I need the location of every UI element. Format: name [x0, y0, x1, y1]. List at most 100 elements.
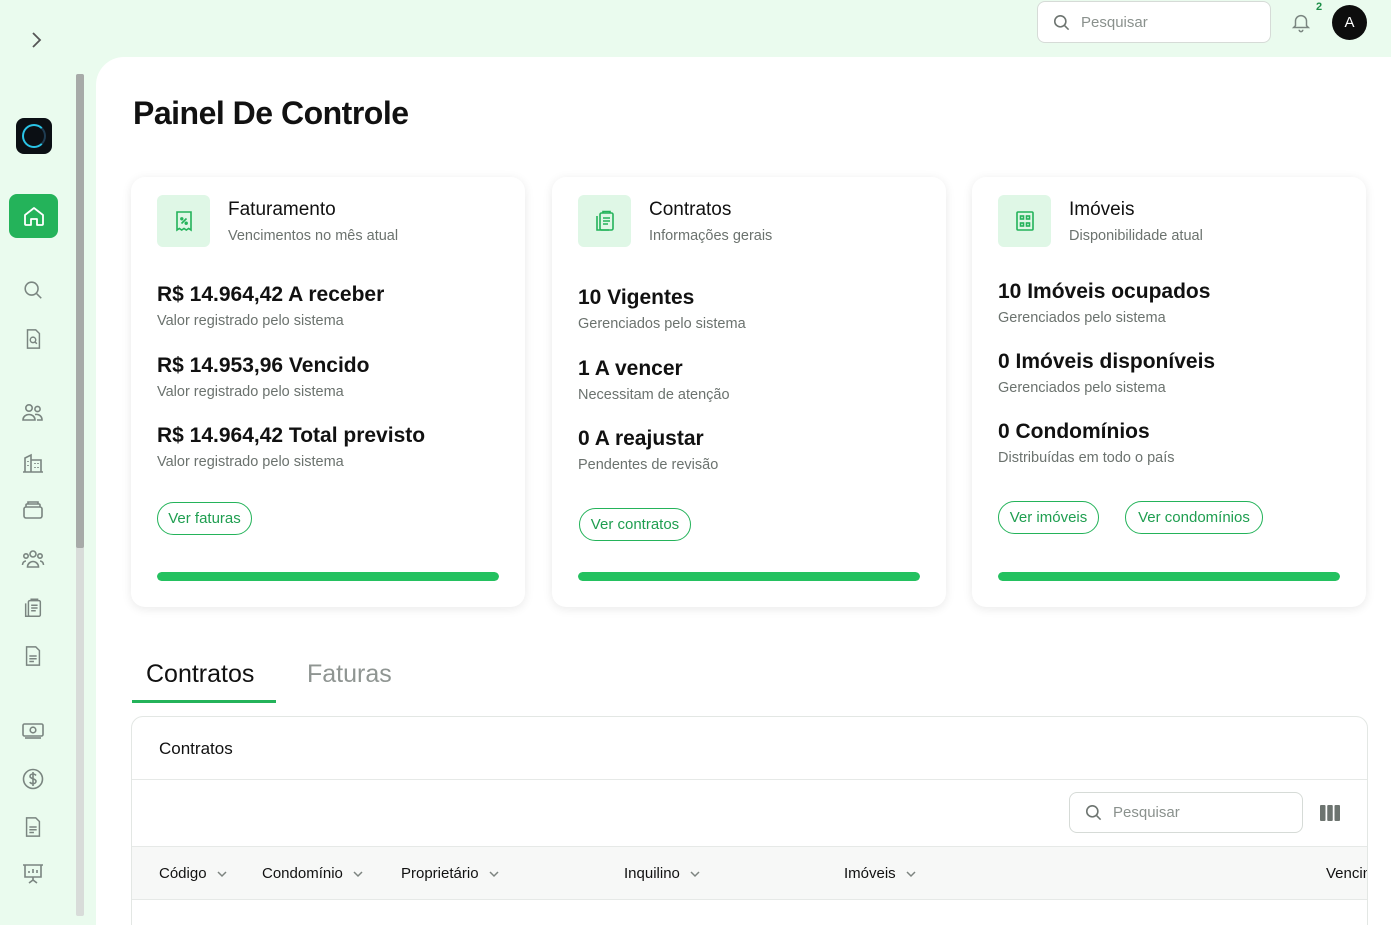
- progress-fill: [157, 572, 499, 581]
- column-header-proprietario[interactable]: Proprietário: [401, 865, 500, 882]
- ver-condominios-button[interactable]: Ver condomínios: [1125, 501, 1263, 534]
- table-header: Código Condomínio Proprietário Inquilino…: [132, 846, 1367, 900]
- ver-imoveis-button[interactable]: Ver imóveis: [998, 501, 1099, 534]
- stat-value: 1 A vencer: [578, 357, 683, 380]
- chevron-down-icon: [217, 870, 227, 877]
- stat-value: 0 Condomínios: [998, 420, 1150, 443]
- report-icon[interactable]: [21, 815, 45, 839]
- column-header-label: Proprietário: [401, 865, 479, 882]
- stat-description: Valor registrado pelo sistema: [157, 384, 344, 400]
- card-contratos: Contratos Informações gerais 10 Vigentes…: [552, 177, 946, 607]
- tab-contratos[interactable]: Contratos: [146, 660, 254, 689]
- stat-description: Valor registrado pelo sistema: [157, 454, 344, 470]
- active-tab-indicator: [132, 700, 276, 703]
- progress-bar: [578, 572, 920, 581]
- stat-imoveis-ocupados: 10 Imóveis ocupados Gerenciados pelo sis…: [998, 280, 1210, 326]
- column-header-vencimento[interactable]: Vencimento: [1326, 865, 1367, 882]
- chevron-down-icon: [353, 870, 363, 877]
- stat-vencido: R$ 14.953,96 Vencido Valor registrado pe…: [157, 354, 369, 400]
- card-subtitle: Vencimentos no mês atual: [228, 228, 399, 244]
- group-icon[interactable]: [21, 547, 45, 571]
- chevron-down-icon: [690, 870, 700, 877]
- home-icon[interactable]: [9, 194, 58, 238]
- stat-a-reajustar: 0 A reajustar Pendentes de revisão: [578, 427, 718, 473]
- bell-icon[interactable]: [1290, 11, 1312, 33]
- stat-vigentes: 10 Vigentes Gerenciados pelo sistema: [578, 286, 746, 332]
- card-title: Imóveis: [1069, 199, 1135, 220]
- stat-description: Gerenciados pelo sistema: [578, 316, 746, 332]
- table-search-input[interactable]: [1113, 804, 1283, 821]
- app-logo: [16, 118, 52, 154]
- column-header-condominio[interactable]: Condomínio: [262, 865, 364, 882]
- stat-description: Distribuídas em todo o país: [998, 450, 1175, 466]
- users-icon[interactable]: [21, 400, 45, 424]
- stat-value: R$ 14.964,42 Total previsto: [157, 424, 426, 447]
- search-icon: [1053, 14, 1070, 30]
- progress-bar: [157, 572, 499, 581]
- progress-bar: [998, 572, 1340, 581]
- stat-imoveis-disponiveis: 0 Imóveis disponíveis Gerenciados pelo s…: [998, 350, 1215, 396]
- progress-fill: [578, 572, 920, 581]
- stat-a-vencer: 1 A vencer Necessitam de atenção: [578, 357, 730, 403]
- stat-value: R$ 14.953,96 Vencido: [157, 354, 370, 377]
- card-title: Faturamento: [228, 199, 336, 220]
- global-search-input[interactable]: [1081, 13, 1251, 31]
- stat-value: 10 Imóveis ocupados: [998, 280, 1211, 303]
- card-imoveis: Imóveis Disponibilidade atual 10 Imóveis…: [972, 177, 1366, 607]
- stat-description: Valor registrado pelo sistema: [157, 313, 344, 329]
- card-subtitle: Disponibilidade atual: [1069, 228, 1203, 244]
- stat-value: 10 Vigentes: [578, 286, 695, 309]
- card-title: Contratos: [649, 199, 732, 220]
- document-search-icon[interactable]: [21, 327, 45, 351]
- buildings-icon[interactable]: [21, 450, 45, 474]
- stat-value: 0 Imóveis disponíveis: [998, 350, 1216, 373]
- column-header-imoveis[interactable]: Imóveis: [844, 865, 917, 882]
- column-header-label: Inquilino: [624, 865, 680, 882]
- layers-icon[interactable]: [21, 498, 45, 522]
- tab-faturas[interactable]: Faturas: [307, 660, 392, 689]
- divider: [132, 779, 1367, 780]
- search-icon[interactable]: [21, 278, 45, 302]
- building-icon: [998, 195, 1051, 247]
- contratos-table-card: Contratos Código Condomínio Proprietário: [131, 716, 1368, 925]
- clipboard-list-icon: [578, 195, 631, 247]
- clipboard-icon[interactable]: [21, 596, 45, 620]
- column-header-label: Vencimento: [1326, 865, 1367, 882]
- columns-icon[interactable]: [1320, 804, 1340, 822]
- progress-fill: [998, 572, 1340, 581]
- column-header-label: Imóveis: [844, 865, 896, 882]
- chevron-down-icon: [906, 870, 916, 877]
- stat-description: Necessitam de atenção: [578, 387, 730, 403]
- expand-sidebar-icon[interactable]: [24, 28, 48, 52]
- card-faturamento: Faturamento Vencimentos no mês atual R$ …: [131, 177, 525, 607]
- ver-faturas-button[interactable]: Ver faturas: [157, 502, 252, 535]
- stat-condominios: 0 Condomínios Distribuídas em todo o paí…: [998, 420, 1175, 466]
- money-icon[interactable]: [21, 718, 45, 742]
- stat-value: R$ 14.964,42 A receber: [157, 283, 385, 306]
- table-search[interactable]: [1069, 792, 1303, 833]
- column-header-inquilino[interactable]: Inquilino: [624, 865, 701, 882]
- stat-description: Pendentes de revisão: [578, 457, 719, 473]
- search-icon: [1085, 804, 1102, 821]
- stat-description: Gerenciados pelo sistema: [998, 310, 1166, 326]
- column-header-label: Condomínio: [262, 865, 343, 882]
- stat-total-previsto: R$ 14.964,42 Total previsto Valor regist…: [157, 424, 425, 470]
- sidebar-scrollbar-thumb[interactable]: [76, 74, 84, 548]
- notification-count: 2: [1316, 1, 1323, 13]
- page-title: Painel De Controle: [133, 95, 409, 131]
- stat-a-receber: R$ 14.964,42 A receber Valor registrado …: [157, 283, 384, 329]
- dollar-circle-icon[interactable]: [21, 767, 45, 791]
- presentation-chart-icon[interactable]: [21, 862, 45, 886]
- ver-contratos-button[interactable]: Ver contratos: [579, 508, 691, 541]
- column-header-label: Código: [159, 865, 207, 882]
- document-icon[interactable]: [21, 644, 45, 668]
- main-panel: Painel De Controle Faturamento Venciment…: [96, 57, 1391, 925]
- column-header-codigo[interactable]: Código: [159, 865, 228, 882]
- chevron-down-icon: [489, 870, 499, 877]
- receipt-percent-icon: [157, 195, 210, 247]
- card-subtitle: Informações gerais: [649, 228, 773, 244]
- table-title: Contratos: [159, 739, 233, 758]
- global-search[interactable]: [1037, 1, 1271, 43]
- avatar[interactable]: A: [1332, 5, 1367, 40]
- stat-description: Gerenciados pelo sistema: [998, 380, 1166, 396]
